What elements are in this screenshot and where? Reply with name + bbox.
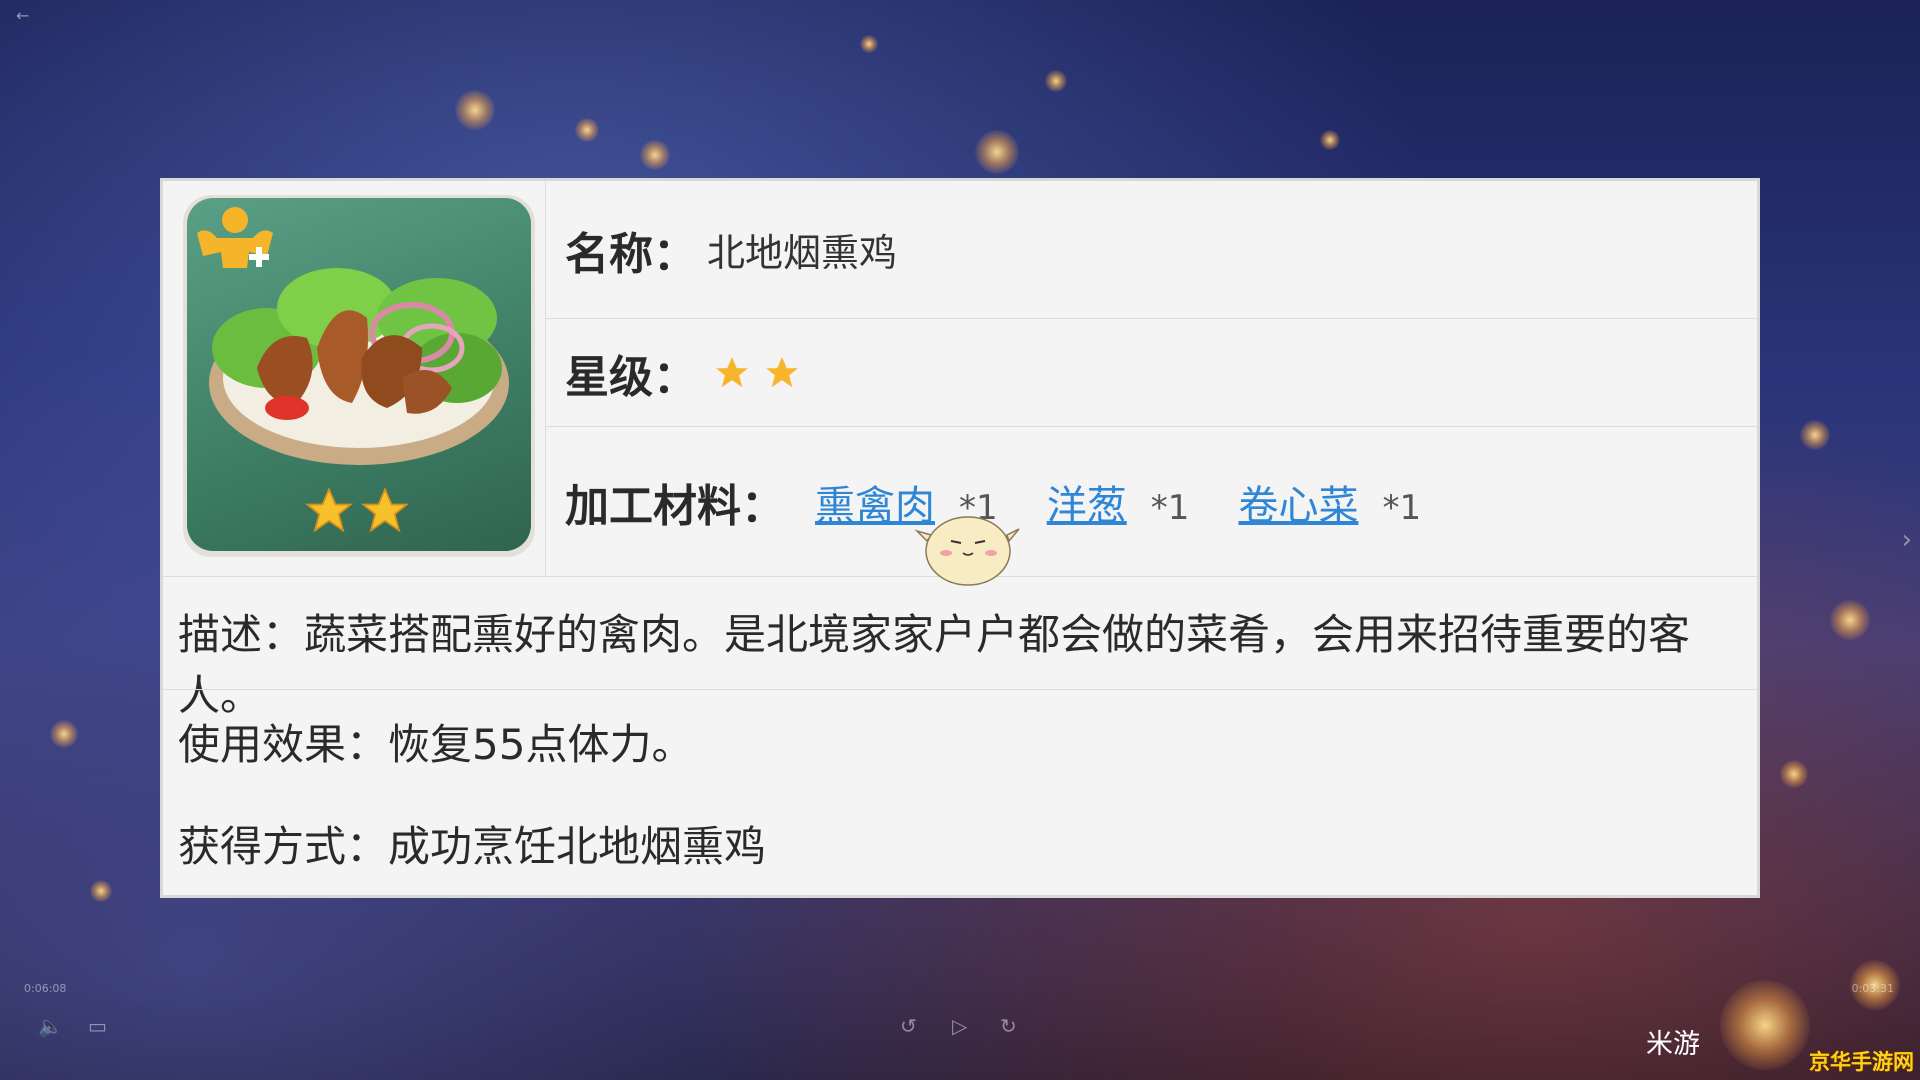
star-icon	[304, 487, 354, 533]
divider	[163, 689, 1757, 690]
brand-label: 米游	[1646, 1029, 1700, 1060]
item-info-column: 名称： 北地烟熏鸡 星级： 加工材料： 熏禽肉 *1 洋葱 *1 卷心菜 *1	[546, 181, 1757, 576]
site-watermark: 京华手游网	[1809, 1050, 1914, 1074]
time-elapsed: 0:06:08	[24, 982, 67, 995]
dish-image-cell	[163, 181, 546, 576]
food-info-card: 名称： 北地烟熏鸡 星级： 加工材料： 熏禽肉 *1 洋葱 *1 卷心菜 *1 描述：…	[160, 178, 1760, 898]
next-arrow-icon[interactable]: ›	[1902, 525, 1912, 555]
dish-rarity-stars	[303, 485, 411, 537]
materials-label: 加工材料：	[565, 480, 785, 532]
name-value: 北地烟熏鸡	[707, 231, 898, 275]
source-text: 获得方式：成功烹饪北地烟熏鸡	[178, 822, 767, 871]
rewind-icon[interactable]: ↺	[900, 1014, 917, 1038]
rarity-stars	[713, 354, 801, 392]
rarity-label: 星级：	[565, 351, 697, 403]
play-icon[interactable]: ▷	[952, 1014, 967, 1038]
material-qty: *1	[1382, 487, 1422, 528]
name-row: 名称： 北地烟熏鸡	[546, 181, 1757, 319]
mascot-sticker	[914, 516, 1020, 586]
rarity-row: 星级：	[546, 319, 1757, 427]
back-arrow-icon[interactable]: ←	[16, 6, 29, 25]
material-link-onion[interactable]: 洋葱	[1047, 483, 1127, 529]
material-link-cabbage[interactable]: 卷心菜	[1238, 483, 1358, 529]
description-text: 描述：蔬菜搭配熏好的禽肉。是北境家家户户都会做的菜肴，会用来招待重要的客人。	[178, 610, 1691, 720]
star-icon	[716, 356, 748, 387]
video-player-bar: 0:06:08 0:03:31 🔈 ▭ ↺ ▷ ↻	[0, 980, 1920, 1080]
star-icon	[360, 487, 410, 533]
name-label: 名称：	[565, 228, 697, 280]
star-icon	[766, 356, 798, 387]
material-qty: *1	[1150, 487, 1190, 528]
volume-icon[interactable]: 🔈	[38, 1014, 63, 1038]
subtitle-icon[interactable]: ▭	[88, 1014, 107, 1038]
time-remaining: 0:03:31	[1851, 982, 1894, 995]
materials-row: 加工材料： 熏禽肉 *1 洋葱 *1 卷心菜 *1	[546, 427, 1757, 576]
effect-text: 使用效果：恢复55点体力。	[178, 720, 694, 769]
forward-icon[interactable]: ↻	[1000, 1014, 1017, 1038]
